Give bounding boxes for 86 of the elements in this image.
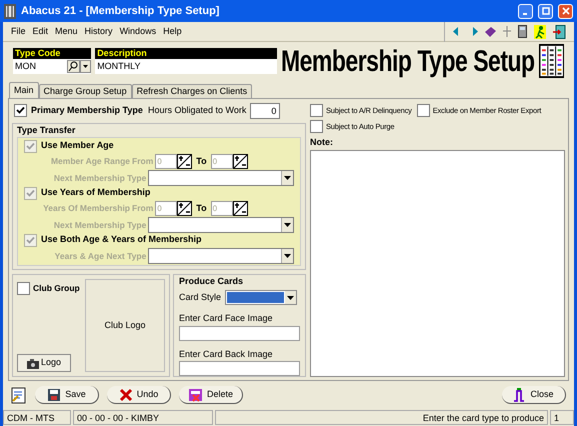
close-icon	[562, 7, 570, 15]
checkbox-label: Primary Membership Type	[31, 104, 144, 117]
tab[interactable]: Main	[9, 82, 39, 98]
maximize-icon	[542, 7, 550, 15]
caret-icon[interactable]	[80, 60, 92, 73]
menu-item[interactable]: Menu	[55, 24, 78, 38]
checkbox-label: Use Years of Membership	[41, 186, 150, 200]
field-label: Note:	[310, 136, 334, 149]
calculator-icon[interactable]	[518, 25, 527, 38]
field-label: From	[132, 202, 154, 215]
exit-door-icon[interactable]	[553, 24, 566, 38]
close-button[interactable]: Close	[502, 386, 566, 404]
minimize-button[interactable]	[518, 4, 533, 18]
checkbox[interactable]	[310, 120, 323, 133]
field-label: Description	[95, 48, 277, 59]
checkbox-label: Use Both Age & Years of Membership	[41, 233, 202, 246]
delete-button[interactable]: Delete	[179, 386, 243, 404]
checkbox[interactable]	[17, 282, 30, 295]
spinner-icon[interactable]	[232, 201, 248, 216]
field-label: Next Membership Type	[52, 172, 148, 184]
field-label: To	[195, 202, 208, 215]
note-field[interactable]	[310, 150, 565, 377]
tab[interactable]: Charge Group Setup	[38, 84, 132, 98]
search-icon[interactable]	[67, 60, 80, 73]
floppy-icon	[47, 388, 62, 402]
menu-item[interactable]: Windows	[120, 24, 156, 38]
field-label: Card Style	[179, 290, 222, 304]
face-image-field[interactable]	[179, 326, 300, 340]
abacus-logo-icon	[538, 44, 564, 78]
door-icon	[513, 388, 526, 402]
field-label: To	[195, 154, 208, 168]
spinner-icon[interactable]	[177, 154, 192, 169]
logo-placeholder-text: Club Logo	[104, 318, 146, 332]
spinner-icon[interactable]	[232, 154, 248, 169]
menu-item[interactable]: History	[84, 24, 113, 38]
field-label: Enter Card Face Image	[179, 312, 274, 325]
checkbox-label: Club Group	[33, 282, 80, 295]
group-title: Produce Cards	[179, 275, 244, 287]
field-label: Type Code	[13, 48, 92, 59]
status-cell: 1	[550, 410, 574, 425]
menu-item[interactable]: Edit	[32, 24, 48, 38]
undo-button[interactable]: Undo	[107, 386, 171, 404]
card-style-dropdown[interactable]	[225, 290, 298, 305]
field-label: Member Age Range	[50, 155, 131, 168]
abacus-icon	[4, 4, 16, 18]
checkbox[interactable]	[310, 104, 323, 117]
report-icon[interactable]	[11, 386, 27, 404]
spinner-icon[interactable]	[177, 201, 192, 216]
field-label: Years Of Membership	[42, 202, 131, 215]
maximize-button[interactable]	[538, 4, 553, 18]
status-cell: 00 - 00 - 00 - KIMBY	[73, 410, 213, 425]
dropdown-field[interactable]	[148, 248, 294, 264]
checkbox[interactable]	[14, 104, 27, 117]
tab[interactable]: Refresh Charges on Clients	[132, 84, 252, 98]
type-code-field[interactable]: MON	[13, 59, 92, 74]
back-image-field[interactable]	[179, 361, 300, 376]
dropdown-field[interactable]	[148, 217, 294, 233]
group-title: Type Transfer	[17, 124, 76, 137]
status-cell: CDM - MTS	[3, 410, 71, 425]
field-label: Next Membership Type	[52, 218, 148, 232]
logo-button[interactable]: Logo	[17, 354, 71, 372]
field-label: Hours Obligated to Work	[148, 104, 246, 117]
field-label: Years & Age Next Type	[54, 250, 148, 262]
field-label: Enter Card Back Image	[179, 348, 274, 361]
menu-item[interactable]: File	[11, 24, 26, 38]
dropdown-field[interactable]	[148, 170, 294, 186]
field-label: From	[132, 155, 154, 168]
delete-icon	[188, 388, 203, 402]
menu-item[interactable]: Help	[163, 24, 182, 38]
hours-field[interactable]: 0	[250, 102, 280, 118]
caret-icon	[281, 249, 293, 263]
checkbox-label: Use Member Age	[41, 139, 114, 152]
window-title: Abacus 21 - [Membership Type Setup]	[21, 4, 220, 19]
status-cell: Enter the card type to produce	[215, 410, 548, 425]
running-figure-icon[interactable]	[534, 24, 546, 38]
close-button[interactable]	[558, 4, 573, 18]
description-field[interactable]: MONTHLY	[95, 59, 277, 74]
page-heading: Membership Type Setup	[280, 46, 535, 76]
caret-icon	[281, 218, 293, 232]
camera-icon	[26, 358, 39, 368]
x-mark-icon	[118, 388, 133, 402]
book-icon[interactable]	[485, 26, 496, 36]
caret-icon	[285, 291, 296, 304]
checkbox[interactable]	[416, 104, 430, 117]
save-button[interactable]: Save	[35, 386, 99, 404]
caret-icon	[281, 171, 293, 185]
